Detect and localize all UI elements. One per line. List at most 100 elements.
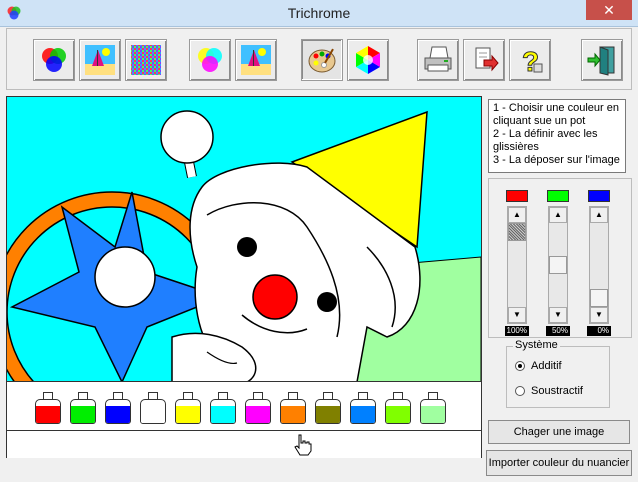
color-pots-bar	[7, 381, 481, 430]
blue-slider-up-arrow[interactable]: ▲	[590, 207, 608, 223]
beach-image-button[interactable]	[79, 39, 121, 81]
hexagon-color-button[interactable]	[347, 39, 389, 81]
hexagon-color-icon	[356, 46, 380, 74]
help-icon: ?	[522, 46, 543, 76]
red-slider-track[interactable]: ▲ ▼	[507, 206, 527, 324]
pot-fill	[141, 406, 165, 423]
radio-soustractif[interactable]: Soustractif	[515, 385, 583, 397]
color-pot[interactable]	[315, 392, 341, 424]
palette-icon	[308, 48, 336, 73]
radio-soustractif-dot[interactable]	[515, 386, 525, 396]
import-color-button[interactable]: Importer couleur du nuancier	[486, 450, 632, 476]
close-button[interactable]: ✕	[586, 0, 632, 20]
pot-fill	[36, 406, 60, 423]
help-button[interactable]: ?	[509, 39, 551, 81]
instruction-line-2: 2 - La définir avec les glissières	[493, 128, 598, 153]
color-pot[interactable]	[105, 392, 131, 424]
pot-body	[350, 399, 376, 424]
clown-nose[interactable]	[252, 274, 298, 320]
hand-pointer-icon	[294, 434, 312, 456]
antenna-ball[interactable]	[160, 110, 214, 164]
exit-button[interactable]	[581, 39, 623, 81]
color-pot[interactable]	[420, 392, 446, 424]
cmy-circles-icon	[198, 48, 222, 72]
color-pot[interactable]	[35, 392, 61, 424]
red-percent: 100%	[505, 326, 529, 336]
cursor-strip	[7, 430, 481, 458]
color-pot[interactable]	[210, 392, 236, 424]
clown-drawing[interactable]	[7, 97, 481, 382]
red-slider-down-arrow[interactable]: ▼	[508, 307, 526, 323]
red-slider-thumb[interactable]	[508, 223, 526, 241]
clown-eye-right[interactable]	[317, 292, 337, 312]
green-swatch	[547, 190, 569, 202]
color-pot[interactable]	[245, 392, 271, 424]
pot-body	[280, 399, 306, 424]
blue-slider[interactable]: ▲ ▼ 0%	[587, 190, 613, 336]
beach-image-icon	[85, 45, 115, 75]
pot-body	[385, 399, 411, 424]
cmy-circles-button[interactable]	[189, 39, 231, 81]
green-slider[interactable]: ▲ ▼ 50%	[546, 190, 572, 336]
pot-fill	[351, 406, 375, 423]
clown-eye-left[interactable]	[237, 237, 257, 257]
radio-additif-dot[interactable]	[515, 361, 525, 371]
pot-fill	[106, 406, 130, 423]
pot-body	[70, 399, 96, 424]
green-slider-down-arrow[interactable]: ▼	[549, 307, 567, 323]
red-slider-up-arrow[interactable]: ▲	[508, 207, 526, 223]
beach-image-2-button[interactable]	[235, 39, 277, 81]
blue-slider-track[interactable]: ▲ ▼	[589, 206, 609, 324]
pattern-grid-icon	[131, 45, 161, 75]
red-swatch	[506, 190, 528, 202]
load-image-button[interactable]: Chager une image	[488, 420, 630, 444]
color-pot[interactable]	[280, 392, 306, 424]
pot-fill	[421, 406, 445, 423]
exit-door-icon	[587, 46, 615, 76]
beach-image-2-icon	[241, 45, 271, 75]
blue-slider-down-arrow[interactable]: ▼	[590, 307, 608, 323]
green-slider-up-arrow[interactable]: ▲	[549, 207, 567, 223]
radio-soustractif-label: Soustractif	[531, 385, 583, 397]
radio-additif[interactable]: Additif	[515, 360, 562, 372]
print-button[interactable]	[417, 39, 459, 81]
systeme-legend: Système	[513, 339, 560, 351]
pot-body	[105, 399, 131, 424]
instructions-box: 1 - Choisir une couleur en cliquant sue …	[488, 99, 626, 173]
blue-swatch	[588, 190, 610, 202]
pot-body	[315, 399, 341, 424]
pot-fill	[246, 406, 270, 423]
color-pot[interactable]	[385, 392, 411, 424]
pattern-grid-button[interactable]	[125, 39, 167, 81]
pot-body	[210, 399, 236, 424]
pot-fill	[176, 406, 200, 423]
export-icon	[475, 47, 499, 72]
toolbar: ?	[6, 28, 632, 90]
pot-body	[175, 399, 201, 424]
pot-fill	[386, 406, 410, 423]
pot-body	[245, 399, 271, 424]
radio-additif-label: Additif	[531, 360, 562, 372]
color-pot[interactable]	[175, 392, 201, 424]
systeme-group: Système Additif Soustractif	[506, 339, 610, 408]
instruction-line-3: 3 - La déposer sur l'image	[493, 154, 620, 166]
green-slider-thumb[interactable]	[549, 256, 567, 274]
pot-body	[140, 399, 166, 424]
blue-percent: 0%	[587, 326, 611, 336]
export-button[interactable]	[463, 39, 505, 81]
rgb-circles-button[interactable]	[33, 39, 75, 81]
blue-slider-thumb[interactable]	[590, 289, 608, 307]
green-slider-track[interactable]: ▲ ▼	[548, 206, 568, 324]
title-bar: Trichrome ✕	[0, 0, 638, 27]
color-sliders-panel: ▲ ▼ 100% ▲ ▼ 50% ▲ ▼ 0%	[488, 178, 632, 338]
pot-fill	[281, 406, 305, 423]
palette-button[interactable]	[301, 39, 343, 81]
color-pot[interactable]	[350, 392, 376, 424]
rgb-circles-icon	[42, 48, 66, 72]
color-pot[interactable]	[70, 392, 96, 424]
red-slider[interactable]: ▲ ▼ 100%	[505, 190, 531, 336]
window-title: Trichrome	[287, 5, 351, 21]
pot-fill	[211, 406, 235, 423]
instruction-line-1: 1 - Choisir une couleur en cliquant sue …	[493, 102, 619, 127]
color-pot[interactable]	[140, 392, 166, 424]
